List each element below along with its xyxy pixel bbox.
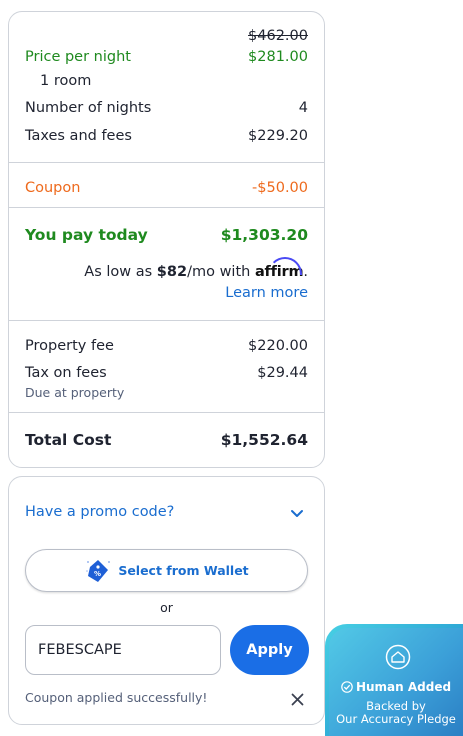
- original-price: $462.00: [248, 28, 308, 44]
- divider: [9, 320, 324, 321]
- pledge-inner: Human Added Backed by Our Accuracy Pledg…: [329, 628, 463, 736]
- affirm-financing: As low as $82/mo with affirm.: [84, 257, 308, 280]
- shield-icon: [385, 644, 411, 674]
- affirm-period: .: [303, 264, 308, 280]
- affirm-arc-icon: [267, 257, 302, 275]
- tax-on-fees-label: Tax on fees: [25, 365, 107, 381]
- promo-code-toggle[interactable]: Have a promo code?: [25, 503, 308, 525]
- affirm-suffix: /mo with: [187, 264, 251, 280]
- tax-on-fees-value: $29.44: [257, 365, 308, 381]
- pledge-title-row: Human Added: [329, 680, 463, 696]
- accuracy-pledge-badge[interactable]: Human Added Backed by Our Accuracy Pledg…: [325, 624, 463, 736]
- taxes-label: Taxes and fees: [25, 128, 132, 144]
- divider: [9, 162, 324, 163]
- property-fee-label: Property fee: [25, 338, 114, 354]
- room-count: 1 room: [40, 73, 92, 89]
- price-per-night-value: $281.00: [248, 49, 308, 65]
- close-icon[interactable]: [291, 691, 304, 710]
- promo-code-card: Have a promo code? % Select from Wallet …: [8, 476, 325, 725]
- taxes-value: $229.20: [248, 128, 308, 144]
- promo-toggle-label: Have a promo code?: [25, 504, 175, 520]
- pledge-title: Human Added: [355, 680, 452, 694]
- pay-today-value: $1,303.20: [220, 226, 308, 244]
- price-per-night-label: Price per night: [25, 49, 131, 65]
- wallet-tag-icon: %: [84, 557, 112, 585]
- select-from-wallet-button[interactable]: % Select from Wallet: [25, 549, 308, 592]
- coupon-success-message: Coupon applied successfully!: [25, 690, 208, 705]
- affirm-prefix: As low as: [84, 264, 153, 280]
- chevron-down-icon: [290, 505, 304, 524]
- or-separator: or: [160, 600, 173, 615]
- coupon-label: Coupon: [25, 180, 81, 196]
- learn-more-link[interactable]: Learn more: [225, 285, 308, 301]
- total-cost-label: Total Cost: [25, 431, 112, 449]
- due-at-property-note: Due at property: [25, 385, 125, 400]
- pledge-line1: Backed by: [366, 699, 426, 713]
- affirm-amount: $82: [156, 264, 188, 280]
- apply-button[interactable]: Apply: [230, 625, 309, 675]
- coupon-value: -$50.00: [252, 180, 308, 196]
- nights-value: 4: [298, 100, 308, 116]
- price-summary-card: $462.00 Price per night $281.00 1 room N…: [8, 11, 325, 468]
- wallet-button-label: Select from Wallet: [118, 563, 249, 578]
- check-circle-icon: [341, 681, 353, 696]
- divider: [9, 412, 324, 413]
- divider: [9, 207, 324, 208]
- pledge-line2: Our Accuracy Pledge: [336, 712, 456, 726]
- svg-text:%: %: [94, 570, 101, 578]
- total-cost-value: $1,552.64: [220, 431, 308, 449]
- promo-code-input[interactable]: [25, 625, 221, 675]
- pay-today-label: You pay today: [25, 226, 148, 244]
- property-fee-value: $220.00: [248, 338, 308, 354]
- nights-label: Number of nights: [25, 100, 152, 116]
- affirm-logo: affirm: [255, 257, 304, 280]
